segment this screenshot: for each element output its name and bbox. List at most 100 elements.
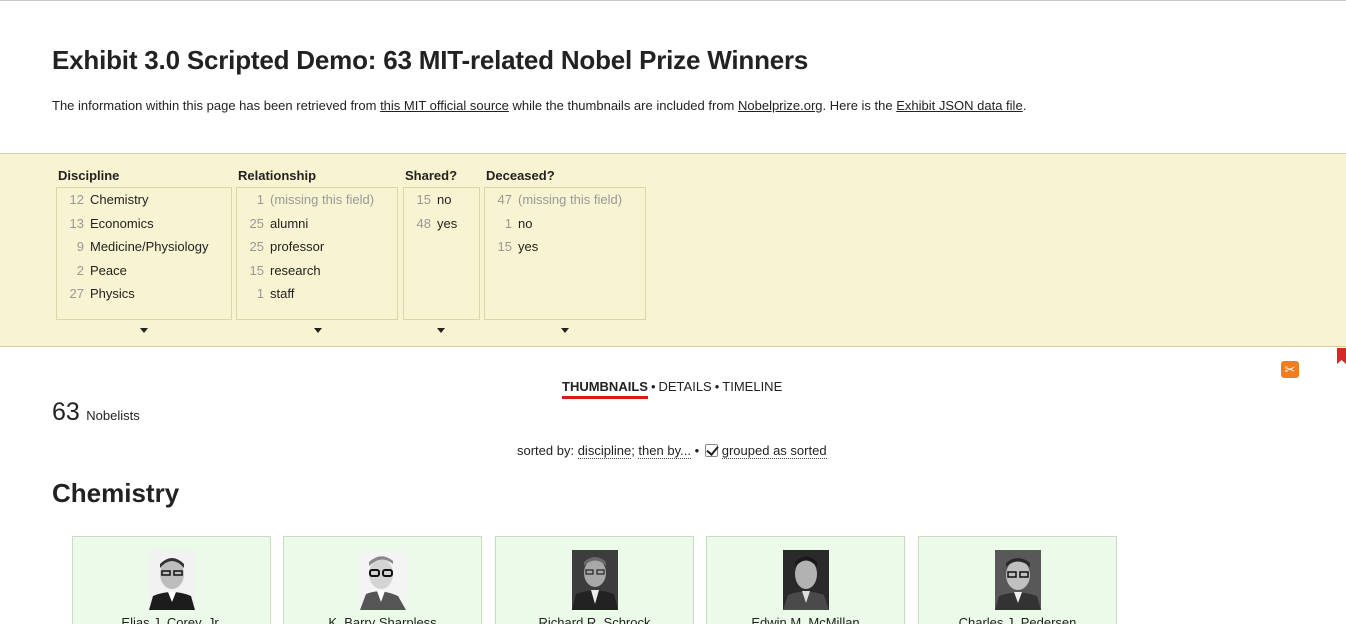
top-rule	[0, 0, 1346, 1]
facet-values: 47 (missing this field) 1 no 15 yes	[484, 187, 646, 320]
nobelist-card[interactable]: K. Barry Sharpless	[283, 536, 482, 624]
facet-label: no	[518, 215, 533, 231]
sort-then-by-link[interactable]: then by...	[638, 443, 691, 459]
facet-item[interactable]: 15 no	[404, 190, 479, 214]
facet-label: Chemistry	[90, 192, 149, 207]
facet-item[interactable]: 25 alumni	[237, 214, 397, 238]
facet-count: 15	[249, 262, 264, 278]
facet-values: 1 (missing this field) 25 alumni 25 profess…	[236, 187, 398, 320]
facet-label: Peace	[90, 262, 127, 278]
nobelist-name[interactable]: Charles J. Pedersen	[919, 615, 1116, 624]
facet-title: Relationship	[238, 168, 317, 183]
facet-values: 12 Chemistry 13 Economics 9 Medicine/Physio…	[56, 187, 232, 320]
facet-item[interactable]: 27 Physics	[57, 284, 231, 308]
facet-item[interactable]: 1 staff	[237, 284, 397, 308]
facet-count: 27	[69, 286, 84, 302]
facet-deceased: Deceased? 47 (missing this field) 1 no 15 y…	[484, 168, 646, 320]
facet-item[interactable]: 15 yes	[485, 237, 645, 261]
facet-item[interactable]: 13 Economics	[57, 214, 231, 238]
facet-shared: Shared? 15 no 48 yes	[403, 168, 480, 320]
portrait-thumbnail[interactable]	[572, 550, 618, 610]
facet-relationship: Relationship 1 (missing this field) 25 alu…	[236, 168, 398, 320]
intro-text: The information within this page has bee…	[52, 98, 1026, 113]
facet-panel: Discipline 12 Chemistry 13 Economics 9 Medi…	[0, 153, 1346, 347]
result-count-label: Nobelists	[86, 408, 140, 423]
mit-source-link[interactable]: this MIT official source	[380, 98, 509, 113]
facet-expand-toggle-deceased[interactable]	[561, 328, 569, 333]
facet-expand-toggle-shared[interactable]	[437, 328, 445, 333]
facet-item[interactable]: 15 research	[237, 261, 397, 285]
facet-label: research	[270, 262, 321, 278]
nobelprize-link[interactable]: Nobelprize.org	[738, 98, 823, 113]
facet-label: Physics	[90, 286, 135, 302]
facet-item[interactable]: 2 Peace	[57, 261, 231, 285]
facet-label: (missing this field)	[270, 192, 375, 207]
view-separator: •	[650, 379, 656, 394]
facet-item[interactable]: 25 professor	[237, 237, 397, 261]
sort-controls: sorted by: discipline; then by... • grou…	[517, 443, 827, 459]
facet-item[interactable]: 12 Chemistry	[57, 190, 231, 214]
facet-label: yes	[518, 239, 539, 255]
facet-item[interactable]: 1 (missing this field)	[237, 190, 397, 214]
facet-count: 25	[249, 215, 264, 231]
nobelist-name[interactable]: Richard R. Schrock	[496, 615, 693, 624]
facet-count: 2	[76, 262, 84, 278]
portrait-thumbnail[interactable]	[995, 550, 1041, 610]
facet-count: 15	[416, 192, 431, 207]
facet-count: 13	[69, 215, 84, 231]
facet-count: 48	[416, 215, 431, 231]
intro-text-3: . Here is the	[822, 98, 897, 113]
facet-label: no	[437, 192, 452, 207]
group-title: Chemistry	[52, 478, 180, 508]
facet-count: 25	[249, 239, 264, 255]
facet-title: Shared?	[405, 168, 458, 183]
intro-text-4: .	[1022, 98, 1027, 113]
nobelist-card[interactable]: Edwin M. McMillan	[706, 536, 905, 624]
facet-label: yes	[437, 215, 458, 231]
facet-item[interactable]: 1 no	[485, 214, 645, 238]
facet-label: professor	[270, 239, 325, 255]
facet-label: (missing this field)	[518, 192, 623, 207]
facet-discipline: Discipline 12 Chemistry 13 Economics 9 Medi…	[56, 168, 232, 320]
grouped-checkbox[interactable]	[704, 444, 718, 457]
facet-label: Medicine/Physiology	[90, 239, 209, 255]
intro-text-1: The information within this page has bee…	[52, 98, 381, 113]
view-switcher: THUMBNAILS • DETAILS • TIMELINE	[562, 379, 782, 399]
facet-expand-toggle-discipline[interactable]	[140, 328, 148, 333]
nobelist-name[interactable]: Elias J. Corey, Jr.	[73, 615, 270, 624]
tab-details[interactable]: DETAILS	[659, 379, 712, 394]
facet-expand-toggle-relationship[interactable]	[314, 328, 322, 333]
nobelist-card[interactable]: Richard R. Schrock	[495, 536, 694, 624]
facet-count: 1	[504, 215, 512, 231]
tab-timeline[interactable]: TIMELINE	[722, 379, 782, 394]
facet-item[interactable]: 48 yes	[404, 214, 479, 238]
facet-label: staff	[270, 286, 295, 302]
nobelist-card[interactable]: Charles J. Pedersen	[918, 536, 1117, 624]
facet-label: Economics	[90, 215, 154, 231]
tab-thumbnails[interactable]: THUMBNAILS	[562, 379, 648, 399]
facet-title: Discipline	[58, 168, 120, 183]
nobelist-name[interactable]: K. Barry Sharpless	[284, 615, 481, 624]
sort-primary-link[interactable]: discipline	[577, 443, 632, 459]
nobelist-card[interactable]: Elias J. Corey, Jr.	[72, 536, 271, 624]
facet-count: 1	[256, 286, 264, 302]
grouped-as-sorted-label[interactable]: grouped as sorted	[721, 443, 827, 459]
json-data-link[interactable]: Exhibit JSON data file	[896, 98, 1022, 113]
portrait-thumbnail[interactable]	[360, 550, 406, 610]
result-count: 63 Nobelists	[52, 398, 140, 427]
facet-item[interactable]: 9 Medicine/Physiology	[57, 237, 231, 261]
page-title: Exhibit 3.0 Scripted Demo: 63 MIT-relate…	[52, 45, 809, 75]
facet-values: 15 no 48 yes	[403, 187, 480, 320]
sort-separator: •	[694, 443, 700, 458]
bookmark-icon[interactable]	[1337, 348, 1346, 364]
facet-label: alumni	[270, 215, 309, 231]
scissors-icon[interactable]: ✂	[1281, 361, 1299, 378]
intro-text-2: while the thumbnails are included from	[508, 98, 738, 113]
portrait-thumbnail[interactable]	[783, 550, 829, 610]
portrait-thumbnail[interactable]	[149, 550, 195, 610]
facet-count: 1	[256, 192, 264, 207]
facet-count: 9	[76, 239, 84, 255]
nobelist-name[interactable]: Edwin M. McMillan	[707, 615, 904, 624]
facet-item[interactable]: 47 (missing this field)	[485, 190, 645, 214]
facet-count: 12	[69, 192, 84, 207]
